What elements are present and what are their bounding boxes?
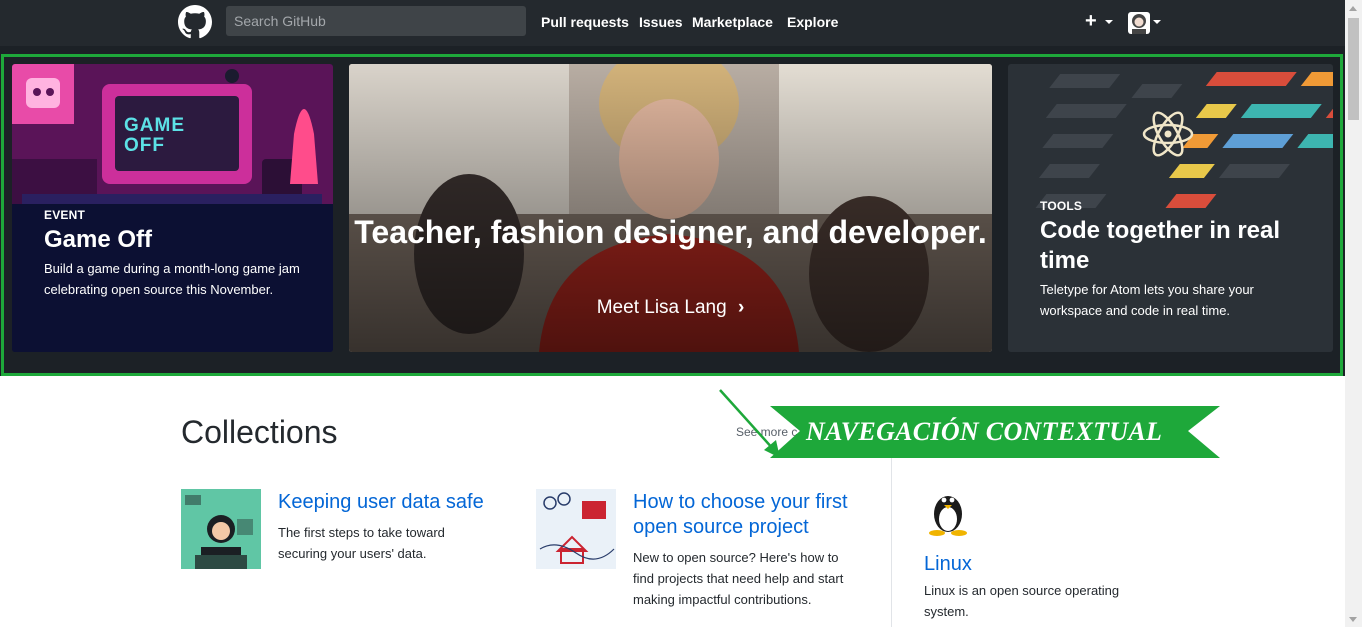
chevron-down-icon[interactable] — [1105, 20, 1113, 24]
keeping-user-data-safe-link[interactable]: Keeping user data safe — [278, 490, 508, 515]
tools-eyebrow: TOOLS — [1040, 199, 1083, 213]
first-open-source-thumbnail[interactable] — [536, 489, 616, 569]
annotation-label: NAVEGACIÓN CONTEXTUAL — [806, 417, 1163, 446]
choose-first-project-link[interactable]: How to choose your first open source pro… — [633, 490, 873, 540]
scrollbar-thumb[interactable] — [1348, 18, 1359, 120]
choose-first-project-description: New to open source? Here's how to find p… — [633, 550, 844, 607]
keeping-user-data-safe-description: The first steps to take toward securing … — [278, 525, 445, 561]
user-data-safe-thumbnail[interactable] — [181, 489, 261, 569]
nav-issues[interactable]: Issues — [639, 14, 683, 30]
event-eyebrow: EVENT — [44, 208, 86, 222]
nav-marketplace[interactable]: Marketplace — [692, 14, 773, 30]
section-divider — [891, 457, 892, 627]
chevron-down-icon[interactable] — [1153, 20, 1161, 24]
user-data-illustration — [181, 489, 261, 569]
teletype-description: Teletype for Atom lets you share your wo… — [1040, 282, 1254, 318]
chevron-right-icon: › — [737, 297, 745, 318]
scroll-down-icon[interactable] — [1349, 617, 1357, 622]
create-new-button[interactable]: + — [1085, 10, 1097, 33]
search-input[interactable] — [226, 6, 526, 36]
featured-story-title: Teacher, fashion designer, and developer… — [354, 214, 987, 250]
featured-story-card[interactable]: Teacher, fashion designer, and developer… — [349, 64, 992, 352]
collections-heading: Collections — [181, 414, 338, 450]
meet-lisa-lang-link[interactable]: Meet Lisa Lang › — [349, 297, 992, 319]
nav-pull-requests[interactable]: Pull requests — [541, 14, 629, 30]
game-off-art-text: GAME OFF — [124, 115, 185, 156]
open-source-illustration — [536, 489, 616, 569]
github-logo-icon[interactable] — [178, 5, 212, 39]
atom-icon — [1142, 111, 1194, 157]
nav-explore[interactable]: Explore — [787, 14, 838, 30]
linux-topic-link[interactable]: Linux — [924, 552, 972, 577]
meet-lisa-lang-label: Meet Lisa Lang — [596, 297, 727, 318]
scroll-up-icon[interactable] — [1349, 6, 1357, 11]
game-off-card[interactable]: GAME OFF EVENT Game Off Build a game dur… — [12, 64, 333, 352]
avatar[interactable] — [1128, 12, 1150, 34]
game-off-description: Build a game during a month-long game ja… — [44, 261, 300, 297]
linux-topic-description: Linux is an open source operating system… — [924, 583, 1120, 619]
linux-tux-icon — [929, 496, 967, 536]
game-off-title[interactable]: Game Off — [44, 225, 152, 255]
teletype-card[interactable]: TOOLS Code together in real time Teletyp… — [1008, 64, 1333, 352]
top-header: Pull requests Issues Marketplace Explore… — [0, 0, 1345, 46]
teletype-title[interactable]: Code together in real time — [1040, 216, 1300, 276]
